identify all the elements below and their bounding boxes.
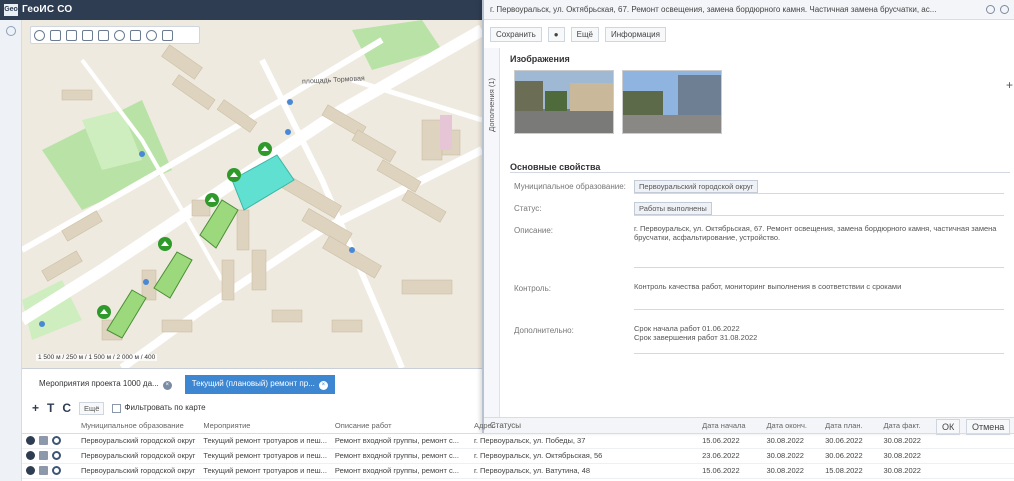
photo-thumbnail[interactable] [622,70,722,134]
table-row[interactable]: Первоуральский городской округ Текущий р… [22,448,1014,464]
refresh-icon[interactable] [6,26,16,36]
column-header[interactable]: Дата факт. [879,419,1014,434]
share-icon[interactable] [66,29,77,41]
tab-projects[interactable]: Мероприятия проекта 1000 да... × [32,375,179,394]
column-header[interactable]: Мероприятие [199,419,331,434]
checkbox-icon[interactable] [112,403,122,413]
minimize-icon[interactable] [986,5,995,14]
images-heading: Изображения [510,54,570,64]
description-field[interactable]: г. Первоуральск, ул. Октябрьская, 67. Ре… [634,224,1004,268]
column-header[interactable]: Дата начала [698,419,763,434]
status-chip[interactable]: Работы выполнены [634,202,712,215]
pin-icon: ● [553,29,559,39]
extra-field[interactable]: Срок начала работ 01.06.2022 Срок заверш… [634,324,1004,354]
pin-icon[interactable] [114,29,125,41]
column-header[interactable]: Описание работ [330,419,470,434]
layer-tabs: Мероприятия проекта 1000 да... × Текущий … [22,373,482,395]
edit-icon[interactable] [39,451,48,461]
filter-by-map-toggle[interactable]: Фильтровать по карте [112,403,206,413]
column-header[interactable]: Дата план. [821,419,880,434]
app-logo: Geo [4,4,18,16]
edit-icon[interactable] [39,436,48,446]
info-icon[interactable] [26,466,35,476]
status-select[interactable]: Работы выполнены [634,200,1004,216]
edit-icon[interactable] [39,466,48,476]
description-label: Описание: [514,226,554,235]
municipality-chip[interactable]: Первоуральский городской округ [634,180,759,193]
close-icon[interactable]: × [318,380,328,390]
globe-icon[interactable] [146,29,157,41]
column-header[interactable]: Муниципальное образование [76,419,200,434]
left-rail [0,20,22,481]
grid-toolbar: + T C Ещё Фильтровать по карте [32,399,206,417]
municipality-select[interactable]: Первоуральский городской округ [634,178,1004,194]
locate-icon[interactable] [52,436,61,446]
table-icon[interactable] [130,29,141,41]
ruler-icon[interactable] [82,29,93,41]
add-button[interactable]: + [32,401,39,415]
close-icon[interactable]: × [162,380,172,390]
add-image-icon[interactable]: + [1006,78,1013,92]
detail-toolbar: Сохранить ● Ещё Информация [484,24,1014,44]
home-icon[interactable] [34,29,45,41]
control-field[interactable]: Контроль качества работ, мониторинг выпо… [634,282,1004,310]
column-header[interactable]: Адрес [470,419,699,434]
map-canvas[interactable] [22,20,482,368]
detail-panel: г. Первоуральск, ул. Октябрьская, 67. Ре… [482,0,1014,435]
info-button[interactable]: Информация [604,26,666,42]
municipality-label: Муниципальное образование: [514,182,626,191]
detail-title-bar: г. Первоуральск, ул. Октябрьская, 67. Ре… [484,0,1014,20]
extra-label: Дополнительно: [514,326,574,335]
table-row[interactable]: Первоуральский городской округ Текущий р… [22,433,1014,449]
attachments-rail: Дополнения (1) [484,48,500,433]
detail-title: г. Первоуральск, ул. Октябрьская, 67. Ре… [490,5,937,14]
app-header: Geo ГеоИС СО [0,0,482,20]
info-icon[interactable] [26,436,35,446]
status-label: Статус: [514,204,542,213]
refresh-button[interactable]: C [62,401,71,415]
layers-icon[interactable] [50,29,61,41]
locate-icon[interactable] [52,466,61,476]
column-header[interactable]: Дата оконч. [762,419,822,434]
select-icon[interactable] [98,29,109,41]
locate-button[interactable]: ● [547,26,565,42]
more-button[interactable]: Ещё [570,26,599,42]
map-view[interactable]: площадь Тормовая 1 500 м / 250 м / 1 500… [22,20,482,368]
attachments-tab[interactable]: Дополнения (1) [487,78,496,132]
info-icon[interactable] [26,451,35,461]
properties-heading: Основные свойства [510,162,601,172]
map-toolbar [30,26,200,44]
close-icon[interactable] [1000,5,1009,14]
filter-button[interactable]: T [47,401,54,415]
objects-table: Муниципальное образование Мероприятие Оп… [22,419,1014,481]
table-row[interactable]: Первоуральский городской округ Текущий р… [22,463,1014,479]
map-scale: 1 500 м / 250 м / 1 500 м / 2 000 м / 40… [36,354,158,361]
app-title: ГеоИС СО [22,4,73,15]
table-header: Муниципальное образование Мероприятие Оп… [22,419,1014,434]
more-button[interactable]: Ещё [79,401,105,415]
tab-current-repair[interactable]: Текущий (плановый) ремонт пр... × [184,374,335,394]
control-label: Контроль: [514,284,551,293]
photo-thumbnail[interactable] [514,70,614,134]
save-button[interactable]: Сохранить [490,26,542,42]
locate-icon[interactable] [52,451,61,461]
print-icon[interactable] [162,29,173,41]
